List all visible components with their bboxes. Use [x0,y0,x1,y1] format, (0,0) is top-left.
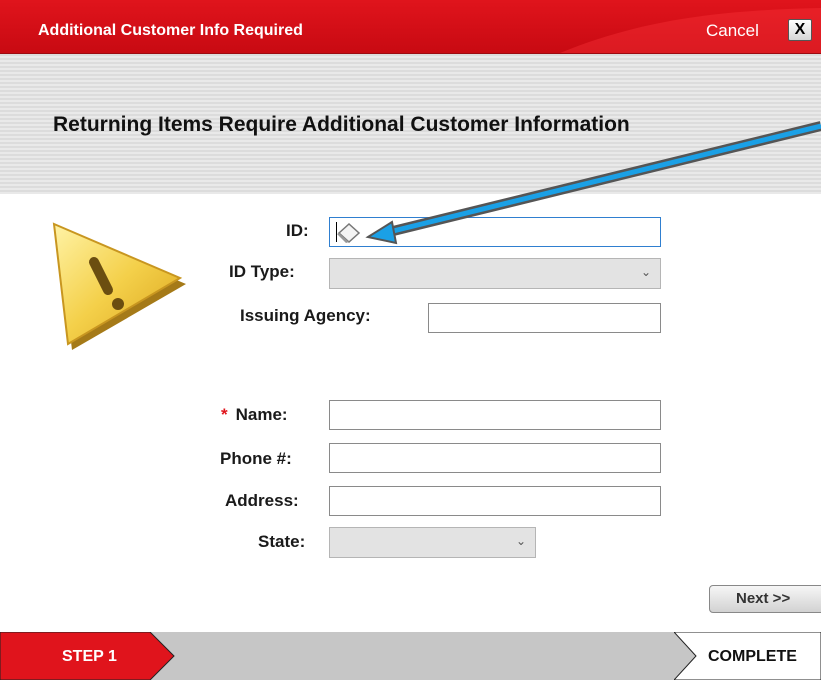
required-asterisk: * [221,405,228,424]
close-button[interactable]: X [788,19,812,41]
chevron-down-icon: ⌄ [515,534,526,548]
step-1-label: STEP 1 [62,648,117,665]
chevron-down-icon: ⌄ [640,265,651,279]
complete-label: COMPLETE [708,648,797,665]
issuing-agency-input[interactable] [428,303,661,333]
dialog-title: Additional Customer Info Required [38,22,303,39]
dialog-header: Returning Items Require Additional Custo… [0,54,821,194]
cancel-link[interactable]: Cancel [706,21,759,41]
complete-tab: COMPLETE [674,632,821,680]
close-icon: X [794,21,806,38]
state-label: State: [258,532,306,551]
cursor-icon [337,222,361,244]
phone-label: Phone #: [220,449,292,468]
warning-triangle-icon [52,222,186,350]
address-input[interactable] [329,486,661,516]
next-button[interactable]: Next >> [709,585,821,613]
name-input[interactable] [329,400,661,430]
state-select[interactable]: ⌄ [329,527,536,558]
page-title: Returning Items Require Additional Custo… [53,113,630,136]
name-label-group: * Name: [221,405,288,425]
name-label: Name: [235,405,288,424]
id-type-label: ID Type: [229,262,295,281]
address-label: Address: [225,491,299,510]
phone-input[interactable] [329,443,661,473]
id-input[interactable] [329,217,661,247]
issuing-agency-label: Issuing Agency: [240,306,371,325]
id-label: ID: [286,221,309,240]
step-1-tab: STEP 1 [0,632,176,680]
dialog-titlebar: Additional Customer Info Required Cancel… [0,0,821,54]
id-type-select[interactable]: ⌄ [329,258,661,289]
